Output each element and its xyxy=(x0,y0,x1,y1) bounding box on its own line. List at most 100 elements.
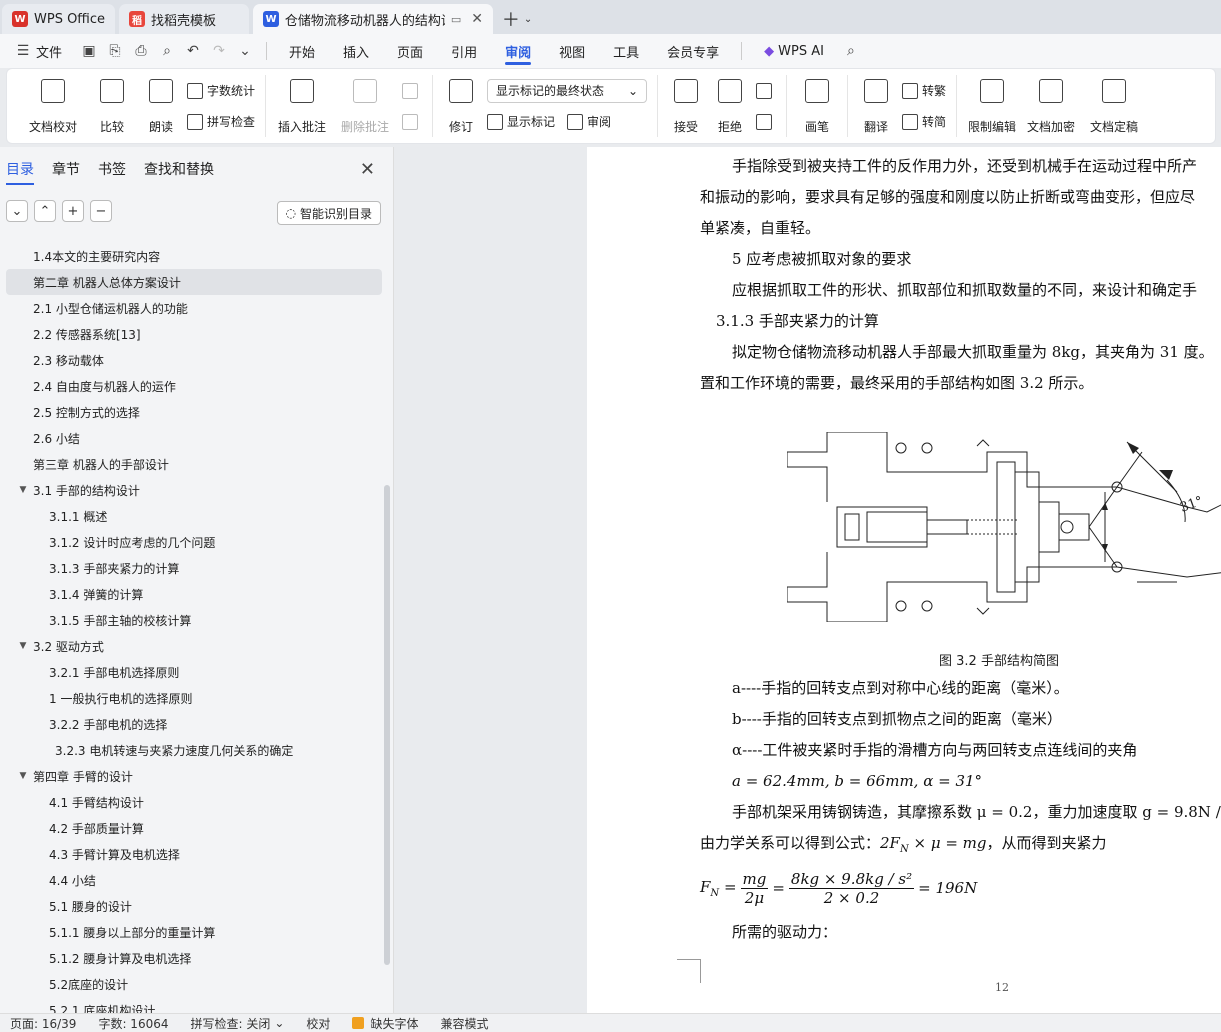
close-icon[interactable]: ✕ xyxy=(360,159,375,180)
tab-toc[interactable]: 目录 xyxy=(6,147,34,191)
next-comment-button[interactable] xyxy=(402,110,422,134)
markup-tools: 显示标记的最终状态 ⌄ 显示标记 审阅 xyxy=(483,75,651,137)
collapse-icon[interactable]: ⌄ xyxy=(6,200,28,222)
to-traditional-button[interactable]: 转繁 xyxy=(902,79,946,103)
page-indicator[interactable]: 页面: 16/39 xyxy=(10,1015,76,1032)
monitor-icon[interactable]: ▭ xyxy=(451,13,461,26)
menu-references[interactable]: 引用 xyxy=(437,34,491,68)
toc-item[interactable]: 3.2.3 电机转速与夹紧力速度几何关系的确定 xyxy=(6,737,382,763)
restrict-edit-button[interactable]: 限制编辑 xyxy=(963,75,1021,137)
spell-check-button[interactable]: 拼写检查 xyxy=(187,110,255,134)
prev-change-button[interactable] xyxy=(756,79,776,103)
toc-item[interactable]: 第三章 机器人的手部设计 xyxy=(6,451,382,477)
tab-wps-office[interactable]: W WPS Office xyxy=(2,4,116,34)
read-aloud-button[interactable]: 朗读 xyxy=(139,75,183,137)
toc-item[interactable]: 3.1.3 手部夹紧力的计算 xyxy=(6,555,382,581)
toc-item[interactable]: 5.2底座的设计 xyxy=(6,971,382,997)
export-icon[interactable]: ⎘ xyxy=(102,43,128,59)
toc-item[interactable]: 1.4本文的主要研究内容 xyxy=(6,243,382,269)
toc-item[interactable]: 5.1.2 腰身计算及电机选择 xyxy=(6,945,382,971)
chevron-down-icon[interactable]: ⌄ xyxy=(232,43,258,59)
finalize-button[interactable]: 文档定稿 xyxy=(1081,75,1147,137)
toc-item[interactable]: 2.5 控制方式的选择 xyxy=(6,399,382,425)
toc-item[interactable]: 2.6 小结 xyxy=(6,425,382,451)
toc-item[interactable]: 3.2.2 手部电机的选择 xyxy=(6,711,382,737)
close-icon[interactable]: ✕ xyxy=(471,11,483,27)
word-count-button[interactable]: 字数统计 xyxy=(187,79,255,103)
toc-item[interactable]: 2.3 移动载体 xyxy=(6,347,382,373)
menu-review[interactable]: 审阅 xyxy=(491,34,545,68)
compare-button[interactable]: 比较 xyxy=(85,75,139,137)
menu-view[interactable]: 视图 xyxy=(545,34,599,68)
toc-item[interactable]: 5.1.1 腰身以上部分的重量计算 xyxy=(6,919,382,945)
tab-bookmarks[interactable]: 书签 xyxy=(98,147,126,191)
smart-toc-button[interactable]: ◌ 智能识别目录 xyxy=(276,201,381,225)
insert-comment-button[interactable]: 插入批注 xyxy=(272,75,332,137)
menu-insert[interactable]: 插入 xyxy=(329,34,383,68)
toc-item[interactable]: 3.2.1 手部电机选择原则 xyxy=(6,659,382,685)
proof-indicator[interactable]: 校对 xyxy=(306,1015,330,1032)
add-icon[interactable]: + xyxy=(62,200,84,222)
translate-button[interactable]: 翻译 xyxy=(854,75,898,137)
document-page[interactable]: 手指除受到被夹持工件的反作用力外，还受到机械手在运动过程中所产 和振动的影响，要… xyxy=(587,147,1221,1013)
print-icon[interactable]: ⎙ xyxy=(128,43,154,59)
tab-label: WPS Office xyxy=(34,11,106,27)
file-menu[interactable]: 文件 xyxy=(36,42,62,61)
toc-item[interactable]: 4.4 小结 xyxy=(6,867,382,893)
toc-item[interactable]: 3.1.4 弹簧的计算 xyxy=(6,581,382,607)
toc-item[interactable]: 3.1.2 设计时应考虑的几个问题 xyxy=(6,529,382,555)
hamburger-icon[interactable]: ☰ xyxy=(10,43,36,59)
tab-find-replace[interactable]: 查找和替换 xyxy=(144,147,214,191)
toc-item[interactable]: 1 一般执行电机的选择原则 xyxy=(6,685,382,711)
toc-item[interactable]: 3.1.5 手部主轴的校核计算 xyxy=(6,607,382,633)
spell-check-toggle[interactable]: 拼写检查: 关闭 ⌄ xyxy=(191,1015,285,1032)
search-icon[interactable]: ⌕ xyxy=(838,43,864,59)
toc-item[interactable]: 4.1 手臂结构设计 xyxy=(6,789,382,815)
reject-button[interactable]: 拒绝 xyxy=(708,75,752,137)
proofread-button[interactable]: 文档校对 xyxy=(21,75,85,137)
tab-sections[interactable]: 章节 xyxy=(52,147,80,191)
markup-state-select[interactable]: 显示标记的最终状态 ⌄ xyxy=(487,78,648,103)
menu-home[interactable]: 开始 xyxy=(275,34,329,68)
revise-button[interactable]: 修订 xyxy=(439,75,483,137)
pen-button[interactable]: 画笔 xyxy=(793,75,841,137)
toc-item[interactable]: 4.2 手部质量计算 xyxy=(6,815,382,841)
to-simplified-button[interactable]: 转简 xyxy=(902,110,946,134)
remove-icon[interactable]: − xyxy=(90,200,112,222)
toc-item[interactable]: 4.3 手臂计算及电机选择 xyxy=(6,841,382,867)
new-tab-button[interactable]: ＋ ⌄ xyxy=(497,4,537,34)
toc-scrollbar[interactable] xyxy=(384,485,390,965)
toc-item[interactable]: 3.1.1 概述 xyxy=(6,503,382,529)
missing-font-indicator[interactable]: 缺失字体 xyxy=(352,1015,418,1032)
toc-item[interactable]: ▼ 3.2 驱动方式 xyxy=(6,633,382,659)
toc-item[interactable]: 5.1 腰身的设计 xyxy=(6,893,382,919)
next-change-button[interactable] xyxy=(756,110,776,134)
expand-triangle-icon[interactable]: ▼ xyxy=(16,485,30,495)
save-icon[interactable]: ▣ xyxy=(76,43,102,59)
expand-triangle-icon[interactable]: ▼ xyxy=(16,641,30,651)
toc-item[interactable]: ▼ 第四章 手臂的设计 xyxy=(6,763,382,789)
toc-item[interactable]: 2.1 小型仓储运机器人的功能 xyxy=(6,295,382,321)
tab-docer-templates[interactable]: 稻 找稻壳模板 xyxy=(119,4,250,34)
toc-item[interactable]: 2.2 传感器系统[13] xyxy=(6,321,382,347)
show-markup-button[interactable]: 显示标记 xyxy=(487,110,555,134)
word-count-indicator[interactable]: 字数: 16064 xyxy=(98,1015,168,1032)
accept-button[interactable]: 接受 xyxy=(664,75,708,137)
wps-ai-button[interactable]: ◆ WPS AI xyxy=(750,34,838,68)
review-pane-button[interactable]: 审阅 xyxy=(567,110,611,134)
prev-comment-button[interactable] xyxy=(402,79,422,103)
menu-tools[interactable]: 工具 xyxy=(599,34,653,68)
toc-item[interactable]: 第二章 机器人总体方案设计 xyxy=(6,269,382,295)
toc-item[interactable]: 2.4 自由度与机器人的运作 xyxy=(6,373,382,399)
redo-icon[interactable]: ↷ xyxy=(206,43,232,59)
toc-item[interactable]: ▼ 3.1 手部的结构设计 xyxy=(6,477,382,503)
delete-comment-button[interactable]: 删除批注 xyxy=(332,75,398,137)
menu-page[interactable]: 页面 xyxy=(383,34,437,68)
menu-member[interactable]: 会员专享 xyxy=(653,34,733,68)
undo-icon[interactable]: ↶ xyxy=(180,43,206,59)
print-preview-icon[interactable]: ⌕ xyxy=(154,43,180,59)
expand-icon[interactable]: ⌃ xyxy=(34,200,56,222)
tab-document[interactable]: W 仓储物流移动机器人的结构设 ▭ ✕ xyxy=(253,4,494,34)
encrypt-button[interactable]: 文档加密 xyxy=(1021,75,1081,137)
expand-triangle-icon[interactable]: ▼ xyxy=(16,771,30,781)
